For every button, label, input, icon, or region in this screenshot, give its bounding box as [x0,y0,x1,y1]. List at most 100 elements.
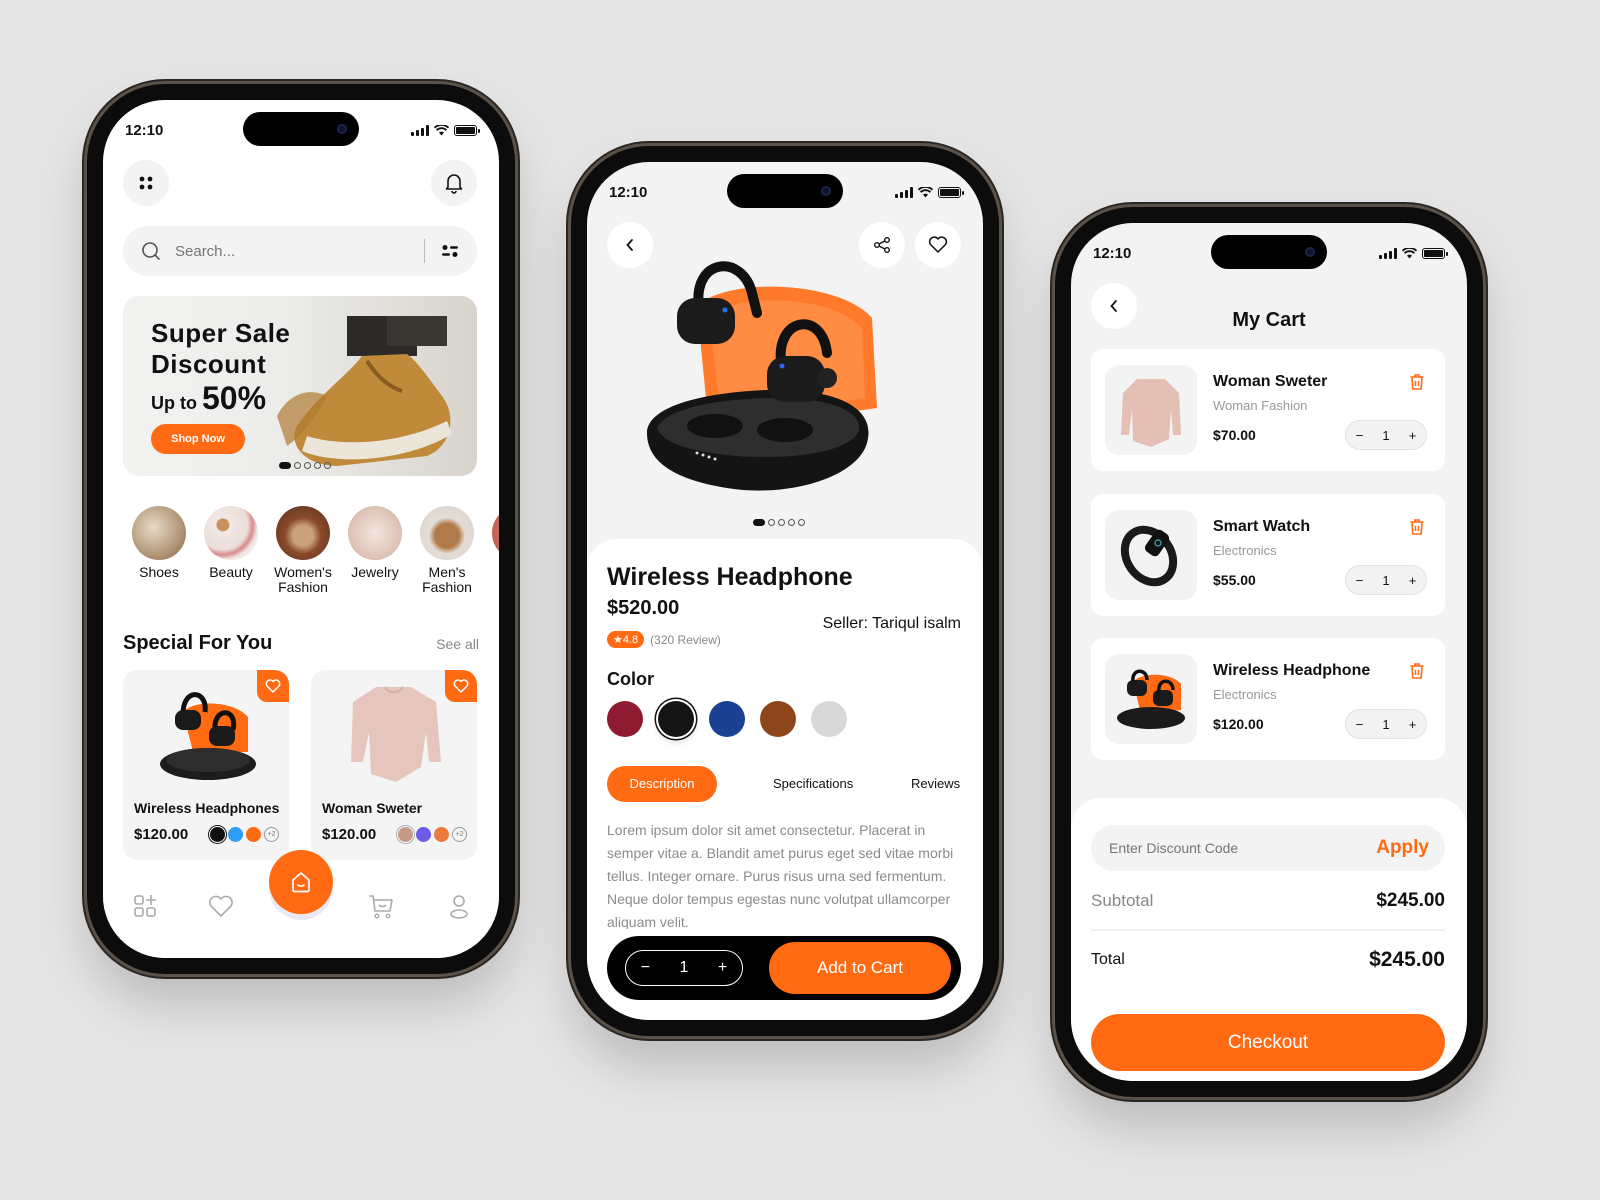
product-card[interactable]: Woman Sweter $120.00 +2 [311,670,477,860]
favorite-button[interactable] [445,670,477,702]
order-summary: Apply Subtotal $245.00 Total $245.00 Che… [1071,798,1467,1081]
color-option-silver[interactable] [811,701,847,737]
signal-icon [895,187,913,198]
category-mens-fashion-image [420,506,474,560]
heart-icon[interactable] [207,892,235,920]
color-swatches: +2 [398,827,467,842]
subtotal-label: Subtotal [1091,891,1154,910]
tab-reviews[interactable]: Reviews [911,766,960,802]
review-count[interactable]: (320 Review) [650,633,721,647]
item-name: Smart Watch [1213,518,1311,535]
color-options [607,701,847,737]
product-card[interactable]: Wireless Headphones $120.00 +2 [123,670,289,860]
item-name: Wireless Headphone [1213,662,1371,679]
trash-icon[interactable] [1409,518,1425,536]
profile-icon[interactable] [445,892,473,920]
quantity-stepper: − 1 + [625,950,743,986]
increase-quantity-button[interactable]: + [1409,428,1417,443]
color-option-black[interactable] [658,701,694,737]
tab-specifications[interactable]: Specifications [773,766,853,802]
trash-icon[interactable] [1409,662,1425,680]
heart-icon [928,236,948,253]
search-divider [424,239,425,263]
category-womens-fashion[interactable]: Women's Fashion [267,506,339,595]
swatch[interactable] [246,827,261,842]
battery-icon [1422,248,1448,259]
heart-icon [453,679,469,693]
apply-discount-button[interactable]: Apply [1376,837,1429,859]
seller-name: Seller: Tariqul isalm [822,615,961,632]
sneaker-image [277,316,452,466]
increase-quantity-button[interactable]: + [1409,573,1417,588]
decrease-quantity-button[interactable]: − [1356,717,1364,732]
product-name: Woman Sweter [322,800,423,816]
shop-now-button[interactable]: Shop Now [151,424,245,454]
phone-home: 12:10 Search... Super Sale Discount Up t… [87,84,515,974]
rating-badge: ★4.8 [607,631,645,648]
color-option-blue[interactable] [709,701,745,737]
swatch[interactable] [416,827,431,842]
signal-icon [411,125,429,136]
battery-icon [938,187,964,198]
favorite-button[interactable] [257,670,289,702]
categories-icon[interactable] [131,892,159,920]
dynamic-island [243,112,359,146]
more-colors-badge: +2 [452,827,467,842]
menu-button[interactable] [123,160,169,206]
battery-icon [454,125,480,136]
see-all-link[interactable]: See all [436,636,479,652]
category-partial[interactable]: E [483,506,499,595]
search-input[interactable] [175,242,424,260]
color-option-brown[interactable] [760,701,796,737]
color-swatches: +2 [210,827,279,842]
product-detail-sheet: Wireless Headphone $520.00 Seller: Tariq… [587,539,983,1020]
swatch[interactable] [434,827,449,842]
quantity-value: 1 [1382,716,1390,732]
decrease-quantity-button[interactable]: − [1356,428,1364,443]
favorite-button[interactable] [915,222,961,268]
earbuds-image [160,692,256,780]
discount-field: Apply [1091,825,1445,871]
add-to-cart-button[interactable]: Add to Cart [769,942,951,994]
item-category: Woman Fashion [1213,398,1308,413]
filter-icon[interactable] [441,244,459,258]
swatch[interactable] [210,827,225,842]
category-beauty[interactable]: Beauty [195,506,267,595]
checkout-button[interactable]: Checkout [1091,1014,1445,1071]
decrease-quantity-button[interactable]: − [1356,573,1364,588]
category-shoes[interactable]: Shoes [123,506,195,595]
category-mens-fashion[interactable]: Men's Fashion [411,506,483,595]
summary-divider [1091,929,1445,931]
swatch[interactable] [398,827,413,842]
quantity-stepper: − 1 + [1345,709,1427,739]
home-tab-button[interactable] [269,850,333,914]
color-label: Color [607,669,654,689]
headphone-thumbnail [1105,654,1197,744]
increase-quantity-button[interactable]: + [718,959,727,977]
category-jewelry[interactable]: Jewelry [339,506,411,595]
home-screen: 12:10 Search... Super Sale Discount Up t… [103,100,499,958]
tab-description[interactable]: Description [607,766,717,802]
item-price: $55.00 [1213,572,1256,588]
status-time: 12:10 [609,184,648,201]
product-title: Wireless Headphone [607,563,853,591]
cart-icon[interactable] [367,892,395,920]
category-womens-fashion-image [276,506,330,560]
increase-quantity-button[interactable]: + [1409,717,1417,732]
color-option-maroon[interactable] [607,701,643,737]
notifications-button[interactable] [431,160,477,206]
trash-icon[interactable] [1409,373,1425,391]
purchase-bar: − 1 + Add to Cart [607,936,961,1000]
search-icon [142,242,160,260]
quantity-value: 1 [1382,427,1390,443]
decrease-quantity-button[interactable]: − [641,959,650,977]
discount-code-input[interactable] [1109,840,1377,856]
swatch[interactable] [228,827,243,842]
detail-tabs: Description Specifications Reviews [607,766,963,804]
product-price: $120.00 [134,826,189,843]
promo-banner[interactable]: Super Sale Discount Up to 50% Shop Now [123,296,477,476]
dynamic-island [1211,235,1327,269]
item-category: Electronics [1213,687,1277,702]
quantity-stepper: − 1 + [1345,420,1427,450]
more-colors-badge: +2 [264,827,279,842]
